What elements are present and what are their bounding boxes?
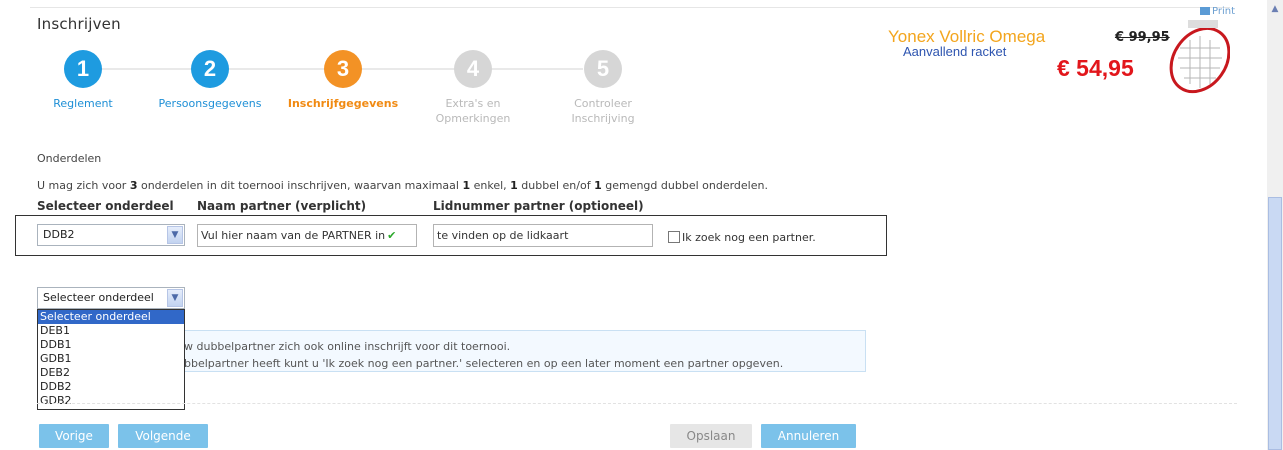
top-divider — [30, 7, 1230, 8]
ad-subtitle: Aanvallend racket — [903, 44, 1007, 59]
col-header-onderdeel: Selecteer onderdeel — [37, 199, 174, 213]
step-label: Controleer Inschrijving — [571, 97, 635, 125]
step-controleer: 5 Controleer Inschrijving — [538, 50, 668, 126]
scrollbar-thumb[interactable] — [1268, 197, 1282, 450]
step-reglement[interactable]: 1 Reglement — [18, 50, 148, 111]
step-label: Reglement — [53, 97, 113, 110]
dropdown-option[interactable]: Selecteer onderdeel — [38, 310, 184, 324]
ad-new-price: € 54,95 — [1057, 55, 1134, 81]
intro-text: U mag zich voor 3 onderdelen in dit toer… — [37, 179, 768, 192]
step-number: 2 — [191, 50, 229, 88]
info-line-2: bbelpartner heeft kunt u 'Ik zoek nog ee… — [184, 357, 784, 370]
dropdown-option[interactable]: GDB2 — [38, 394, 184, 408]
step-extras: 4 Extra's en Opmerkingen — [408, 50, 538, 126]
dropdown-option[interactable]: DEB2 — [38, 366, 184, 380]
step-persoonsgegevens[interactable]: 2 Persoonsgegevens — [145, 50, 275, 111]
racket-image[interactable] — [1150, 18, 1230, 96]
onderdeel-select-2[interactable]: Selecteer onderdeel ▼ — [37, 287, 185, 309]
search-partner-checkbox[interactable] — [668, 231, 680, 243]
save-button[interactable]: Opslaan — [670, 424, 752, 448]
lidnummer-input[interactable]: te vinden op de lidkaart — [433, 224, 653, 247]
next-button[interactable]: Volgende — [118, 424, 208, 448]
step-inschrijfgegevens: 3 Inschrijfgegevens — [278, 50, 408, 111]
cancel-button[interactable]: Annuleren — [761, 424, 856, 448]
prev-button[interactable]: Vorige — [39, 424, 109, 448]
step-number: 4 — [454, 50, 492, 88]
dropdown-option[interactable]: DDB2 — [38, 380, 184, 394]
chevron-down-icon: ▼ — [167, 226, 183, 244]
scroll-up-icon[interactable]: ▲ — [1267, 0, 1283, 18]
onderdeel-dropdown-list[interactable]: Selecteer onderdeel DEB1 DDB1 GDB1 DEB2 … — [37, 309, 185, 410]
step-label: Inschrijfgegevens — [287, 97, 399, 110]
step-number: 1 — [64, 50, 102, 88]
search-partner-label[interactable]: Ik zoek nog een partner. — [682, 231, 816, 244]
col-header-lidnummer: Lidnummer partner (optioneel) — [433, 199, 644, 213]
step-label: Extra's en Opmerkingen — [435, 97, 511, 125]
step-label: Persoonsgegevens — [158, 97, 262, 110]
partner-name-input[interactable]: Vul hier naam van de PARTNER in ✔ — [197, 224, 417, 247]
step-number: 5 — [584, 50, 622, 88]
col-header-partner: Naam partner (verplicht) — [197, 199, 367, 213]
print-link[interactable]: Print — [1200, 6, 1235, 17]
chevron-down-icon: ▼ — [167, 289, 183, 307]
dropdown-option[interactable]: DEB1 — [38, 324, 184, 338]
section-divider — [37, 403, 1237, 404]
page-title: Inschrijven — [37, 15, 121, 33]
onderdeel-select-1[interactable]: DDB2 ▼ — [37, 224, 185, 246]
info-line-1: w dubbelpartner zich ook online inschrij… — [184, 340, 511, 353]
dropdown-option[interactable]: DDB1 — [38, 338, 184, 352]
dropdown-option[interactable]: GDB1 — [38, 352, 184, 366]
section-label: Onderdelen — [37, 152, 102, 165]
check-icon: ✔ — [387, 229, 397, 242]
step-number: 3 — [324, 50, 362, 88]
print-icon — [1200, 7, 1210, 15]
